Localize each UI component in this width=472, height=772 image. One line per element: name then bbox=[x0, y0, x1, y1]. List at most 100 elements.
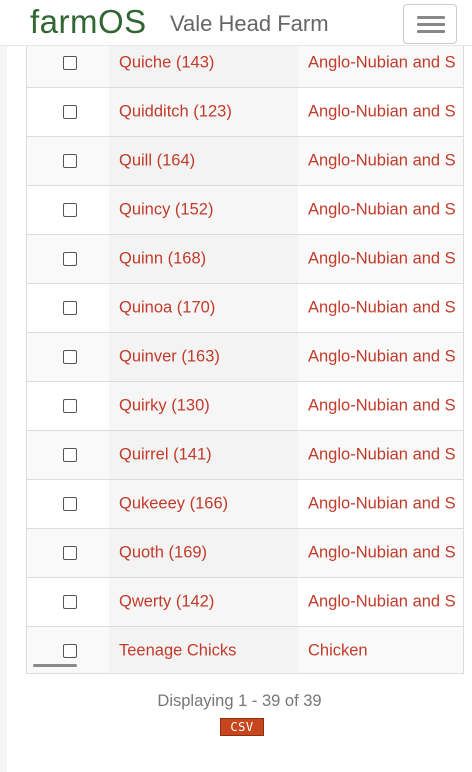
row-select-checkbox[interactable] bbox=[63, 595, 77, 609]
row-select-checkbox[interactable] bbox=[63, 644, 77, 658]
horizontal-scrollbar[interactable] bbox=[33, 664, 77, 667]
name-cell: Quiche (143) bbox=[109, 39, 298, 87]
name-cell: Quidditch (123) bbox=[109, 88, 298, 136]
table-row: Quinoa (170) Anglo-Nubian and S bbox=[27, 283, 463, 332]
asset-name-link[interactable]: Quidditch (123) bbox=[119, 103, 232, 122]
asset-name-link[interactable]: Quiche (143) bbox=[119, 54, 214, 73]
asset-type-link[interactable]: Anglo-Nubian and S bbox=[308, 152, 456, 171]
select-cell bbox=[27, 137, 109, 185]
asset-type-link[interactable]: Anglo-Nubian and S bbox=[308, 397, 456, 416]
name-cell: Quill (164) bbox=[109, 137, 298, 185]
table-row: Quinn (168) Anglo-Nubian and S bbox=[27, 234, 463, 283]
type-cell: Anglo-Nubian and S bbox=[298, 284, 463, 332]
row-select-checkbox[interactable] bbox=[63, 497, 77, 511]
table-row: Quinver (163) Anglo-Nubian and S bbox=[27, 332, 463, 381]
row-select-checkbox[interactable] bbox=[63, 56, 77, 70]
select-cell bbox=[27, 431, 109, 479]
asset-type-link[interactable]: Anglo-Nubian and S bbox=[308, 103, 456, 122]
row-select-checkbox[interactable] bbox=[63, 301, 77, 315]
row-select-checkbox[interactable] bbox=[63, 252, 77, 266]
asset-name-link[interactable]: Quoth (169) bbox=[119, 544, 207, 563]
assets-table: Quiche (143) Anglo-Nubian and S Quidditch … bbox=[26, 0, 464, 674]
name-cell: Qwerty (142) bbox=[109, 578, 298, 626]
navbar: farmOS Vale Head Farm bbox=[0, 0, 472, 46]
type-cell: Anglo-Nubian and S bbox=[298, 88, 463, 136]
menu-toggle-button[interactable] bbox=[403, 4, 457, 44]
asset-type-link[interactable]: Anglo-Nubian and S bbox=[308, 446, 456, 465]
type-cell: Anglo-Nubian and S bbox=[298, 382, 463, 430]
asset-name-link[interactable]: Qukeeey (166) bbox=[119, 495, 228, 514]
farmos-logo[interactable]: farmOS bbox=[30, 3, 147, 41]
asset-name-link[interactable]: Teenage Chicks bbox=[119, 642, 236, 661]
type-cell: Anglo-Nubian and S bbox=[298, 480, 463, 528]
row-select-checkbox[interactable] bbox=[63, 448, 77, 462]
name-cell: Quinoa (170) bbox=[109, 284, 298, 332]
name-cell: Quirky (130) bbox=[109, 382, 298, 430]
asset-type-link[interactable]: Anglo-Nubian and S bbox=[308, 495, 456, 514]
row-select-checkbox[interactable] bbox=[63, 203, 77, 217]
hamburger-icon bbox=[417, 16, 445, 19]
table-row: Teenage Chicks Chicken bbox=[27, 626, 463, 673]
table-row: Quidditch (123) Anglo-Nubian and S bbox=[27, 87, 463, 136]
row-select-checkbox[interactable] bbox=[63, 399, 77, 413]
row-select-checkbox[interactable] bbox=[63, 105, 77, 119]
select-cell bbox=[27, 333, 109, 381]
asset-name-link[interactable]: Quinn (168) bbox=[119, 250, 206, 269]
name-cell: Teenage Chicks bbox=[109, 627, 298, 673]
row-select-checkbox[interactable] bbox=[63, 350, 77, 364]
select-cell bbox=[27, 88, 109, 136]
select-cell bbox=[27, 529, 109, 577]
type-cell: Anglo-Nubian and S bbox=[298, 137, 463, 185]
select-cell bbox=[27, 39, 109, 87]
table-row: Quirrel (141) Anglo-Nubian and S bbox=[27, 430, 463, 479]
name-cell: Quincy (152) bbox=[109, 186, 298, 234]
csv-export-button[interactable]: CSV bbox=[220, 718, 264, 736]
table-row: Quincy (152) Anglo-Nubian and S bbox=[27, 185, 463, 234]
name-cell: Quinver (163) bbox=[109, 333, 298, 381]
asset-type-link[interactable]: Anglo-Nubian and S bbox=[308, 54, 456, 73]
asset-name-link[interactable]: Quirrel (141) bbox=[119, 446, 212, 465]
name-cell: Quinn (168) bbox=[109, 235, 298, 283]
asset-name-link[interactable]: Qwerty (142) bbox=[119, 593, 214, 612]
table-body: Quiche (143) Anglo-Nubian and S Quidditch … bbox=[27, 38, 463, 673]
pager-summary: Displaying 1 - 39 of 39 bbox=[157, 692, 322, 710]
type-cell: Anglo-Nubian and S bbox=[298, 186, 463, 234]
table-row: Quirky (130) Anglo-Nubian and S bbox=[27, 381, 463, 430]
asset-name-link[interactable]: Quill (164) bbox=[119, 152, 195, 171]
asset-type-link[interactable]: Anglo-Nubian and S bbox=[308, 201, 456, 220]
table-row: Quill (164) Anglo-Nubian and S bbox=[27, 136, 463, 185]
select-cell bbox=[27, 578, 109, 626]
type-cell: Anglo-Nubian and S bbox=[298, 333, 463, 381]
type-cell: Anglo-Nubian and S bbox=[298, 529, 463, 577]
hamburger-icon bbox=[417, 30, 445, 33]
asset-type-link[interactable]: Anglo-Nubian and S bbox=[308, 544, 456, 563]
type-cell: Anglo-Nubian and S bbox=[298, 578, 463, 626]
select-cell bbox=[27, 235, 109, 283]
asset-name-link[interactable]: Quincy (152) bbox=[119, 201, 213, 220]
asset-name-link[interactable]: Quinoa (170) bbox=[119, 299, 215, 318]
asset-type-link[interactable]: Anglo-Nubian and S bbox=[308, 250, 456, 269]
name-cell: Quirrel (141) bbox=[109, 431, 298, 479]
select-cell bbox=[27, 284, 109, 332]
asset-type-link[interactable]: Anglo-Nubian and S bbox=[308, 299, 456, 318]
row-select-checkbox[interactable] bbox=[63, 154, 77, 168]
site-name[interactable]: Vale Head Farm bbox=[170, 11, 329, 37]
type-cell: Anglo-Nubian and S bbox=[298, 39, 463, 87]
hamburger-icon bbox=[417, 23, 445, 26]
type-cell: Chicken bbox=[298, 627, 463, 673]
table-row: Quoth (169) Anglo-Nubian and S bbox=[27, 528, 463, 577]
asset-type-link[interactable]: Anglo-Nubian and S bbox=[308, 348, 456, 367]
table-row: Qwerty (142) Anglo-Nubian and S bbox=[27, 577, 463, 626]
asset-name-link[interactable]: Quinver (163) bbox=[119, 348, 220, 367]
select-cell bbox=[27, 186, 109, 234]
asset-type-link[interactable]: Chicken bbox=[308, 642, 368, 661]
row-select-checkbox[interactable] bbox=[63, 546, 77, 560]
asset-name-link[interactable]: Quirky (130) bbox=[119, 397, 210, 416]
name-cell: Qukeeey (166) bbox=[109, 480, 298, 528]
asset-type-link[interactable]: Anglo-Nubian and S bbox=[308, 593, 456, 612]
select-cell bbox=[27, 480, 109, 528]
select-cell bbox=[27, 382, 109, 430]
type-cell: Anglo-Nubian and S bbox=[298, 235, 463, 283]
name-cell: Quoth (169) bbox=[109, 529, 298, 577]
table-row: Qukeeey (166) Anglo-Nubian and S bbox=[27, 479, 463, 528]
